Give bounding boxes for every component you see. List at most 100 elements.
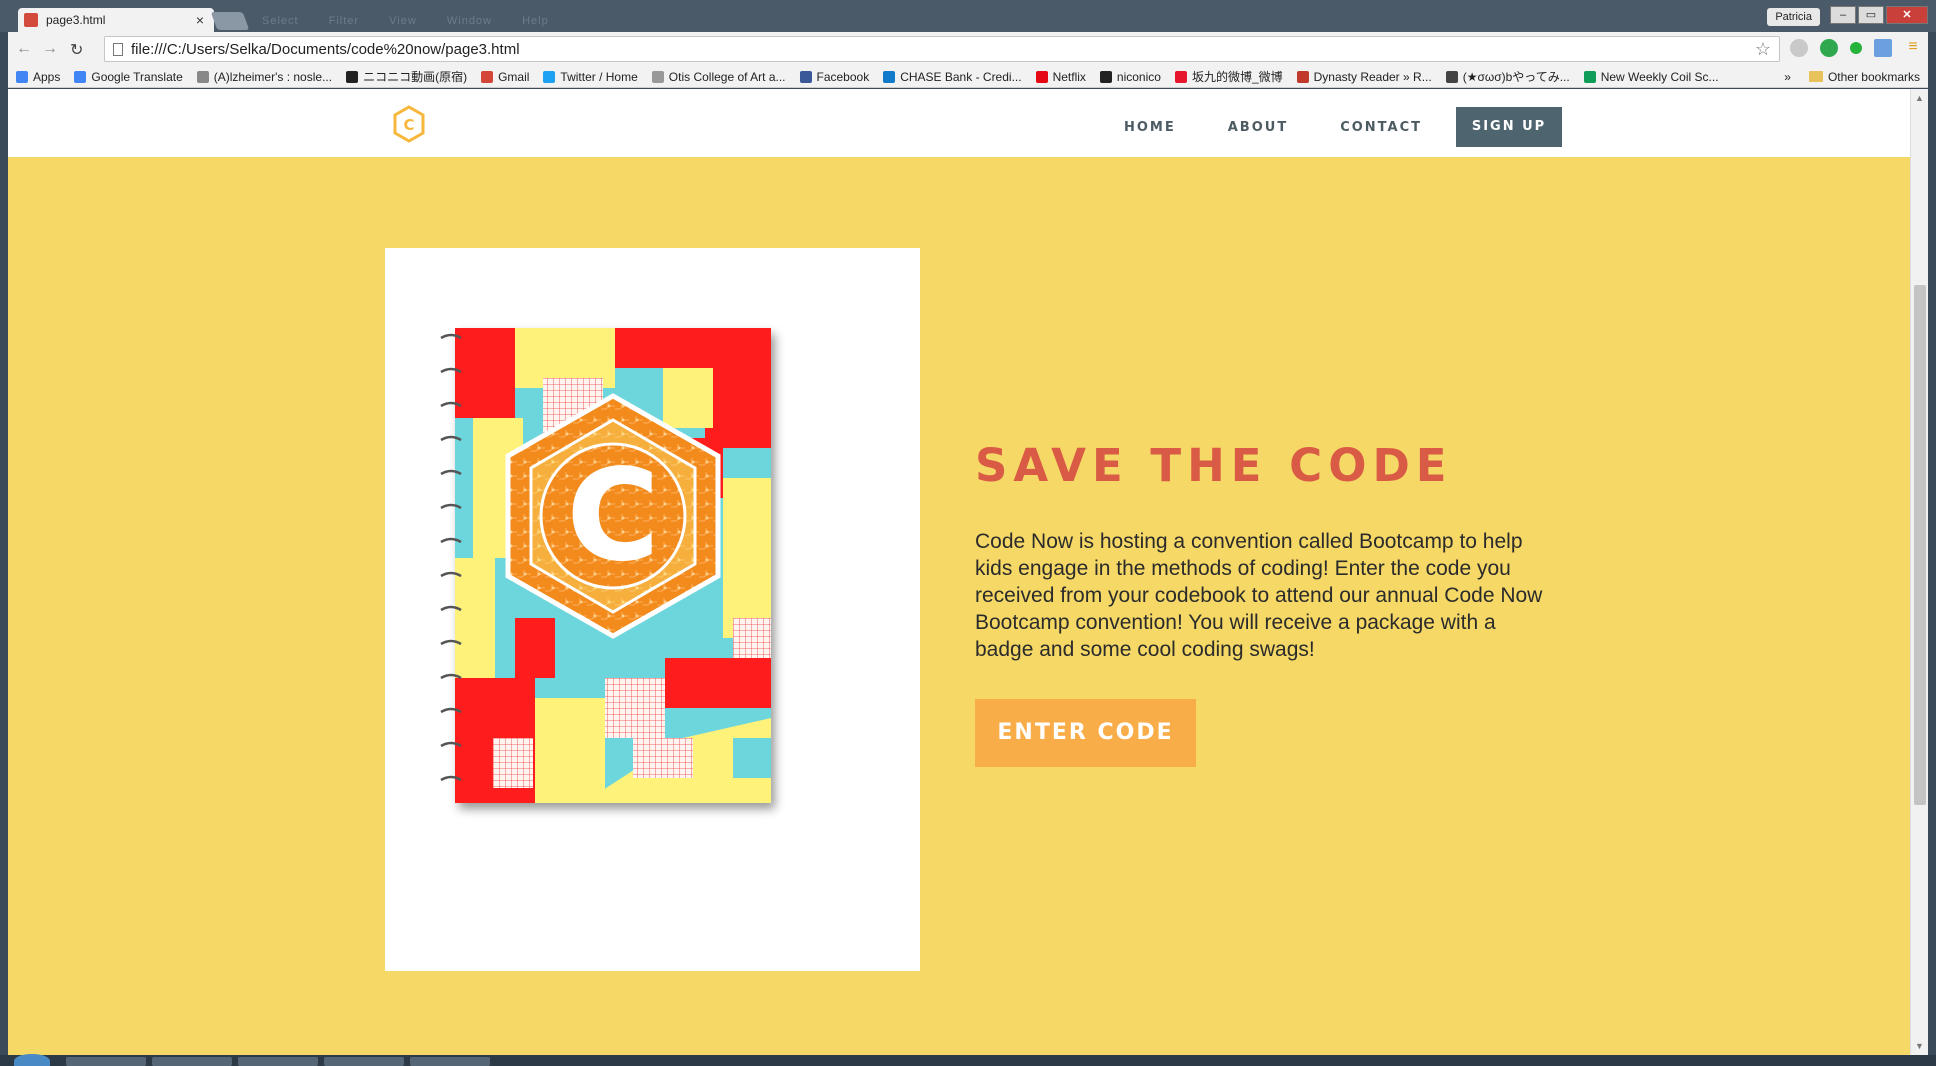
hero-content: SAVE THE CODE Code Now is hosting a conv… (975, 439, 1545, 767)
taskbar-item[interactable] (324, 1057, 404, 1066)
ghost-menu-item: Filter (328, 15, 360, 27)
maximize-button[interactable]: ▭ (1858, 6, 1884, 24)
bookmark-label: ニコニコ動画(原宿) (363, 70, 468, 84)
codebook-notebook-image: C (440, 328, 771, 803)
bookmark-item[interactable]: Otis College of Art a... (651, 69, 786, 84)
ghost-menu-item: Select (262, 15, 299, 27)
bookmark-item[interactable]: Facebook (799, 69, 870, 84)
niconico-icon (1099, 70, 1112, 83)
enter-code-button[interactable]: ENTER CODE (975, 699, 1196, 767)
hero-description: Code Now is hosting a convention called … (975, 530, 1543, 661)
bookmark-item[interactable]: Gmail (481, 70, 529, 84)
ghostery-extension-icon[interactable] (1820, 39, 1838, 57)
notebook-card: C (385, 248, 920, 971)
new-tab-button[interactable] (210, 12, 250, 30)
gmail-icon (481, 70, 494, 83)
close-window-button[interactable]: ✕ (1886, 6, 1928, 24)
ghost-menu-item: Window (446, 15, 492, 27)
netflix-icon (1035, 70, 1048, 83)
whatsapp-extension-icon[interactable] (1850, 42, 1862, 54)
bookmark-item[interactable]: New Weekly Coil Sc... (1583, 69, 1719, 84)
cast-extension-icon[interactable] (1874, 39, 1892, 57)
forward-arrow-icon[interactable]: → (42, 40, 58, 58)
tab-title: page3.html (46, 13, 106, 27)
tab-favicon-icon (24, 13, 38, 27)
address-bar[interactable]: file:///C:/Users/Selka/Documents/code%20… (104, 36, 1780, 62)
other-bookmarks-folder[interactable]: Other bookmarks (1808, 69, 1920, 84)
bookmark-item[interactable]: 坂九的微博_微博 (1174, 68, 1283, 85)
window-titlebar: page3.html × Select Filter View Window H… (0, 0, 1936, 32)
page-scrollbar[interactable]: ▲ ▼ (1910, 89, 1928, 1055)
bookmark-label: Facebook (816, 69, 870, 84)
taskbar-items (66, 1057, 490, 1066)
facebook-icon (799, 70, 812, 83)
other-bookmarks-label: Other bookmarks (1827, 69, 1920, 84)
bookmark-item[interactable]: Google Translate (74, 69, 183, 84)
bookmark-label: Otis College of Art a... (668, 69, 786, 84)
weibo-icon (1174, 70, 1187, 83)
site-header: C HOME ABOUT CONTACT SIGN UP (8, 89, 1910, 157)
ghost-menu: Select Filter View Window Help (262, 15, 575, 27)
window-controls: – ▭ ✕ (1830, 6, 1928, 24)
minimize-button[interactable]: – (1830, 6, 1856, 24)
code-now-logo[interactable]: C (392, 105, 426, 143)
taskbar-item[interactable] (238, 1057, 318, 1066)
ghost-menu-item: View (389, 15, 417, 27)
download-extension-icon[interactable] (1790, 39, 1808, 57)
niconico-icon (346, 70, 359, 83)
logo-letter: C (403, 116, 414, 134)
menu-hamburger-icon[interactable]: ≡ (1904, 39, 1922, 57)
bookmark-label: niconico (1116, 69, 1161, 84)
reddit-icon (196, 70, 209, 83)
bookmark-item[interactable]: Apps (16, 70, 60, 84)
scroll-down-icon[interactable]: ▼ (1915, 1041, 1924, 1051)
twitter-icon (543, 70, 556, 83)
bookmark-label: CHASE Bank - Credi... (900, 69, 1022, 84)
page-title: SAVE THE CODE (975, 439, 1453, 492)
bookmark-item[interactable]: Dynasty Reader » R... (1296, 70, 1432, 84)
bookmark-label: Netflix (1052, 69, 1086, 84)
browser-tab[interactable]: page3.html × (18, 8, 214, 32)
back-arrow-icon[interactable]: ← (16, 40, 32, 58)
bookmark-item[interactable]: (★σωσ)bやってみ... (1445, 68, 1570, 85)
taskbar-item[interactable] (152, 1057, 232, 1066)
bookmark-item[interactable]: ニコニコ動画(原宿) (346, 68, 467, 85)
translate-icon (74, 70, 87, 83)
profile-badge[interactable]: Patricia (1767, 8, 1820, 26)
bookmark-item[interactable]: (A)lzheimer's : nosle... (196, 69, 333, 84)
bookmark-label: (A)lzheimer's : nosle... (213, 69, 333, 84)
bookmark-label: Gmail (498, 69, 530, 84)
reload-icon[interactable]: ↻ (70, 40, 83, 60)
extension-icons: ≡ (1790, 39, 1922, 57)
bookmark-item[interactable]: CHASE Bank - Credi... (883, 69, 1022, 84)
bookmark-item[interactable]: niconico (1099, 69, 1161, 84)
scrollbar-thumb[interactable] (1914, 285, 1926, 805)
page-icon (651, 70, 664, 83)
bookmark-star-icon[interactable]: ☆ (1755, 39, 1771, 60)
browser-toolbar: ← → ↻ file:///C:/Users/Selka/Documents/c… (8, 32, 1928, 66)
bookmark-label: Google Translate (91, 69, 183, 84)
nav-contact-link[interactable]: CONTACT (1340, 120, 1422, 135)
bookmarks-overflow-button[interactable]: » (1784, 70, 1791, 84)
url-text[interactable]: file:///C:/Users/Selka/Documents/code%20… (131, 41, 1755, 58)
nav-home-link[interactable]: HOME (1124, 120, 1176, 135)
notebook-cover-letter: C (567, 444, 658, 588)
scroll-up-icon[interactable]: ▲ (1915, 93, 1924, 103)
bookmark-item[interactable]: Netflix (1035, 69, 1086, 84)
main-nav: HOME ABOUT CONTACT SIGN UP (1098, 107, 1563, 147)
bookmark-label: Apps (33, 69, 61, 84)
bookmark-item[interactable]: Twitter / Home (543, 70, 638, 84)
bookmark-label: New Weekly Coil Sc... (1600, 69, 1719, 84)
taskbar-item[interactable] (410, 1057, 490, 1066)
tab-close-icon[interactable]: × (192, 12, 208, 28)
start-button[interactable] (14, 1054, 50, 1066)
nav-about-link[interactable]: ABOUT (1228, 120, 1288, 135)
sheets-icon (1583, 70, 1596, 83)
bookmarks-bar: Apps Google Translate (A)lzheimer's : nosl… (8, 66, 1928, 88)
bookmark-label: 坂九的微博_微博 (1191, 70, 1283, 84)
taskbar-item[interactable] (66, 1057, 146, 1066)
bookmark-label: (★σωσ)bやってみ... (1462, 70, 1570, 84)
chase-icon (883, 70, 896, 83)
sign-up-button[interactable]: SIGN UP (1456, 107, 1563, 147)
apps-grid-icon (16, 70, 28, 83)
